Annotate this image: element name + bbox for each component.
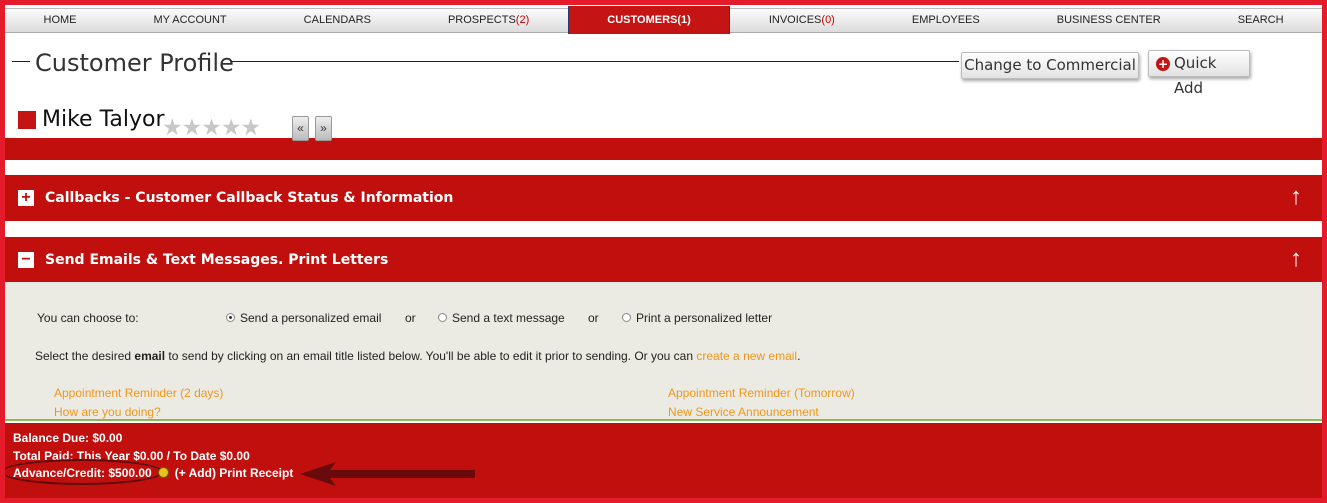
- nav-label: EMPLOYEES: [911, 14, 980, 26]
- nav-label: HOME: [43, 14, 77, 26]
- email-template-link[interactable]: How are you doing?: [54, 405, 161, 419]
- print-receipt-link[interactable]: Print Receipt: [219, 466, 293, 480]
- option-email-label: Send a personalized email: [240, 311, 382, 325]
- balance-due: Balance Due: $0.00: [13, 431, 123, 445]
- instr-middle: to send by clicking on an email title li…: [165, 349, 697, 363]
- email-instructions: Select the desired email to send by clic…: [35, 349, 800, 363]
- radio-icon[interactable]: [438, 313, 447, 322]
- nav-customers[interactable]: CUSTOMERS(1): [567, 6, 731, 34]
- option-letter-label: Print a personalized letter: [636, 311, 773, 325]
- email-template-link[interactable]: Appointment Reminder (Tomorrow): [668, 386, 855, 400]
- expand-icon[interactable]: +: [18, 190, 34, 206]
- nav-prospects[interactable]: PROSPECTS(2): [409, 9, 567, 32]
- instr-suffix: .: [797, 349, 801, 363]
- nav-label: CUSTOMERS: [607, 14, 678, 26]
- collapsed-section-bar[interactable]: [5, 138, 1322, 160]
- next-customer-button[interactable]: »: [315, 116, 332, 141]
- nav-invoices[interactable]: INVOICES(0): [730, 9, 873, 32]
- collapse-icon[interactable]: −: [18, 252, 34, 268]
- option-text-label: Send a text message: [452, 311, 565, 325]
- instr-bold: email: [134, 349, 166, 363]
- or-text: or: [588, 311, 599, 325]
- advance-credit: Advance/Credit: $500.00: [13, 466, 152, 480]
- title-rule-right: [231, 61, 959, 62]
- nav-search[interactable]: SEARCH: [1199, 9, 1322, 32]
- create-new-email-link[interactable]: create a new email: [696, 349, 797, 363]
- email-panel: You can choose to: Send a personalized e…: [5, 282, 1322, 421]
- title-rule-left: [12, 61, 30, 62]
- add-credit-link[interactable]: (+ Add): [175, 466, 216, 480]
- radio-icon[interactable]: [622, 313, 631, 322]
- nav-label: PROSPECTS: [447, 14, 516, 26]
- advance-credit-row: Advance/Credit: $500.00 (+ Add) Print Rec…: [13, 466, 293, 480]
- radio-selected-icon[interactable]: [226, 313, 235, 322]
- nav-employees[interactable]: EMPLOYEES: [873, 9, 1018, 32]
- option-text[interactable]: Send a text message: [438, 311, 565, 325]
- emails-section-title: Send Emails & Text Messages. Print Lette…: [45, 252, 389, 268]
- previous-customer-button[interactable]: «: [292, 116, 309, 141]
- instr-prefix: Select the desired: [35, 349, 135, 363]
- nav-label: MY ACCOUNT: [153, 14, 227, 26]
- plus-circle-icon: +: [1156, 57, 1170, 71]
- emails-section-bar[interactable]: − Send Emails & Text Messages. Print Let…: [5, 237, 1322, 282]
- nav-label: INVOICES: [768, 14, 822, 26]
- option-email[interactable]: Send a personalized email: [226, 311, 381, 325]
- nav-count: (1): [677, 14, 691, 26]
- nav-count: (0): [821, 14, 835, 26]
- callbacks-section-bar[interactable]: + Callbacks - Customer Callback Status &…: [5, 175, 1322, 221]
- rating-stars[interactable]: ★★★★★: [162, 115, 261, 139]
- account-summary-footer: Balance Due: $0.00 Total Paid: This Year…: [5, 423, 1322, 498]
- option-letter[interactable]: Print a personalized letter: [622, 311, 772, 325]
- customer-name: Mike Talyor: [42, 107, 165, 132]
- nav-calendars[interactable]: CALENDARS: [265, 9, 409, 32]
- nav-business-center[interactable]: BUSINESS CENTER: [1018, 9, 1199, 32]
- change-to-commercial-button[interactable]: Change to Commercial: [961, 52, 1139, 79]
- coin-icon[interactable]: [157, 467, 169, 478]
- email-template-link[interactable]: Appointment Reminder (2 days): [54, 386, 223, 400]
- top-nav: HOME MY ACCOUNT CALENDARS PROSPECTS(2) C…: [5, 6, 1322, 34]
- customer-status-square: [18, 111, 36, 129]
- page-header: Customer Profile Change to Commercial + …: [5, 35, 1322, 97]
- choose-label: You can choose to:: [37, 311, 139, 325]
- annotation-arrow-icon: [300, 462, 475, 486]
- nav-my-account[interactable]: MY ACCOUNT: [115, 9, 265, 32]
- callbacks-section-title: Callbacks - Customer Callback Status & I…: [45, 190, 454, 206]
- app-frame: HOME MY ACCOUNT CALENDARS PROSPECTS(2) C…: [5, 5, 1322, 498]
- page-title: Customer Profile: [35, 49, 234, 77]
- nav-label: SEARCH: [1237, 14, 1284, 26]
- arrow-up-icon[interactable]: ↑: [1290, 245, 1302, 273]
- quick-add-button[interactable]: + Quick Add: [1148, 50, 1250, 97]
- nav-label: BUSINESS CENTER: [1056, 14, 1161, 26]
- quick-add-label: Quick Add: [1174, 54, 1217, 97]
- arrow-up-icon[interactable]: ↑: [1290, 183, 1302, 211]
- or-text: or: [405, 311, 416, 325]
- nav-count: (2): [515, 14, 530, 26]
- email-template-link[interactable]: New Service Announcement: [668, 405, 819, 419]
- nav-home[interactable]: HOME: [5, 9, 115, 32]
- nav-label: CALENDARS: [303, 14, 371, 26]
